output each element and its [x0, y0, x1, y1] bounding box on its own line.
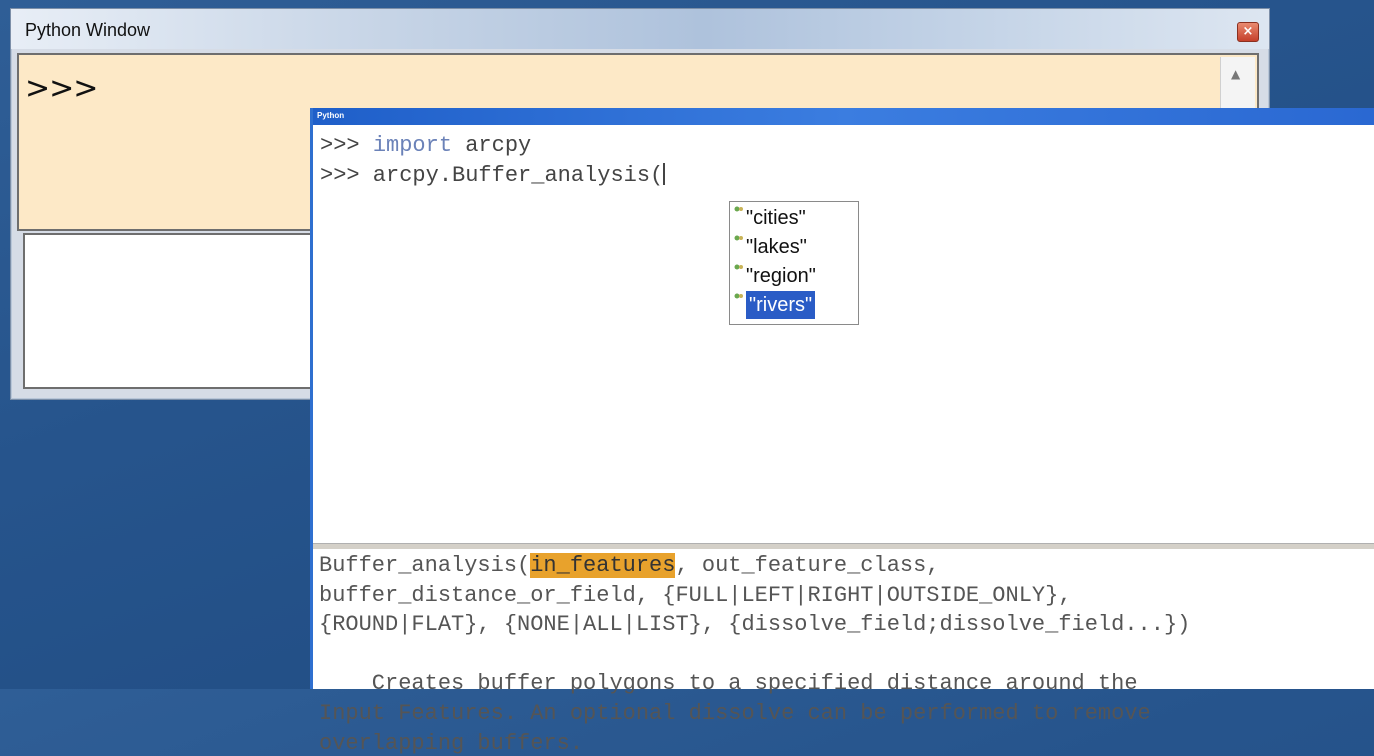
autocomplete-list[interactable]: "cities" "lakes" "region" "rivers": [729, 201, 859, 325]
keyword-text: import: [372, 133, 453, 158]
signature-line-1: Buffer_analysis(in_features, out_feature…: [319, 553, 940, 578]
parameter-icon: [734, 235, 743, 241]
autocomplete-item[interactable]: "region": [734, 262, 816, 290]
prompt-text: >>>: [320, 163, 360, 188]
signature-line-3: {ROUND|FLAT}, {NONE|ALL|LIST}, {dissolve…: [319, 612, 1191, 637]
signature-line-2: buffer_distance_or_field, {FULL|LEFT|RIG…: [319, 583, 1072, 608]
parameter-icon: [734, 206, 743, 212]
close-icon[interactable]: ×: [1237, 22, 1259, 42]
code-line-1: >>> import arcpy: [320, 133, 531, 158]
scroll-up-icon[interactable]: ▲: [1231, 67, 1240, 81]
description-line-3: overlapping buffers.: [319, 731, 584, 756]
autocomplete-item[interactable]: "cities": [734, 204, 806, 232]
python-window-front: Python >>> import arcpy >>> arcpy.Buffer…: [310, 108, 1374, 756]
description-line-1: Creates buffer polygons to a specified d…: [319, 671, 1138, 696]
python-titlebar[interactable]: Python: [313, 108, 1374, 125]
text-caret: [663, 163, 666, 185]
help-pane: Buffer_analysis(in_features, out_feature…: [313, 549, 1374, 756]
code-text: arcpy.Buffer_analysis(: [359, 163, 664, 188]
prompt-text: >>>: [320, 133, 360, 158]
autocomplete-item-selected[interactable]: "rivers": [734, 291, 816, 319]
parameter-icon: [734, 293, 743, 299]
code-line-2: >>> arcpy.Buffer_analysis(: [320, 163, 666, 188]
current-parameter: in_features: [530, 553, 676, 578]
python-title: Python: [317, 111, 345, 120]
code-editor[interactable]: >>> import arcpy >>> arcpy.Buffer_analys…: [313, 125, 1374, 543]
description-line-2: Input Features. An optional dissolve can…: [319, 701, 1151, 726]
parameter-icon: [734, 264, 743, 270]
python-window-titlebar[interactable]: Python Window ×: [11, 9, 1269, 49]
prompt-text: >>>: [25, 71, 98, 106]
autocomplete-item[interactable]: "lakes": [734, 233, 807, 261]
python-window-title: Python Window: [25, 20, 151, 40]
code-text: arcpy: [452, 133, 532, 158]
